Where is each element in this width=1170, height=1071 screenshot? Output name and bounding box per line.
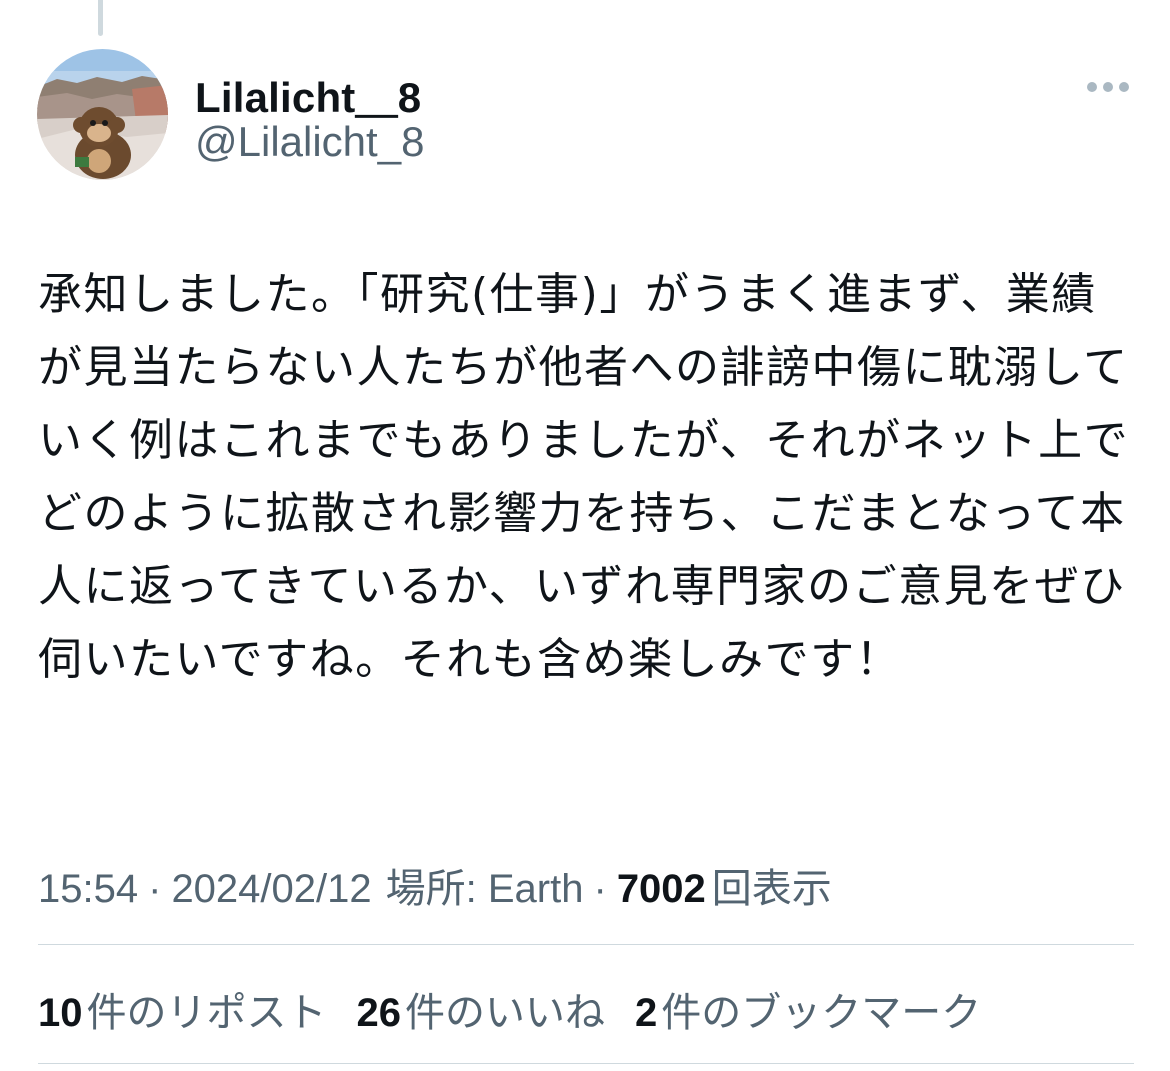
- divider: [38, 1063, 1134, 1064]
- likes-count: 26: [356, 991, 402, 1035]
- author-display-name[interactable]: Lilalicht＿8: [195, 64, 421, 125]
- views-count: 7002: [616, 867, 706, 911]
- reposts-stat[interactable]: 10 件のリポスト: [38, 980, 327, 1038]
- avatar-image: [37, 49, 168, 180]
- author-handle[interactable]: @Lilalicht_8: [195, 118, 424, 166]
- tweet-text: 承知しました。「研究(仕事)」がうまく進まず、業績が見当たらない人たちが他者への…: [38, 269, 1130, 685]
- bookmarks-stat[interactable]: 2 件のブックマーク: [635, 980, 981, 1038]
- thread-connector-line: [98, 0, 103, 36]
- likes-label: 件のいいね: [405, 991, 605, 1035]
- tweet-date[interactable]: 2024/02/12: [171, 867, 371, 912]
- bookmarks-count: 2: [635, 991, 658, 1035]
- reposts-count: 10: [38, 991, 83, 1035]
- more-horizontal-icon[interactable]: [1084, 76, 1132, 98]
- meta-separator: ·: [148, 867, 162, 911]
- tweet-location: 場所: Earth: [385, 867, 584, 911]
- reposts-label: 件のリポスト: [86, 991, 327, 1035]
- divider: [38, 944, 1134, 945]
- tweet-meta: 15:54 · 2024/02/12 場所: Earth · 7002 回表示: [38, 856, 832, 914]
- avatar[interactable]: [37, 49, 168, 180]
- likes-stat[interactable]: 26 件のいいね: [357, 980, 606, 1038]
- bookmarks-label: 件のブックマーク: [661, 991, 982, 1035]
- tweet-stats: 10 件のリポスト 26 件のいいね 2 件のブックマーク: [38, 980, 1011, 1038]
- meta-separator: ·: [593, 867, 607, 911]
- views-label: 回表示: [711, 867, 832, 911]
- tweet-time[interactable]: 15:54: [38, 867, 138, 912]
